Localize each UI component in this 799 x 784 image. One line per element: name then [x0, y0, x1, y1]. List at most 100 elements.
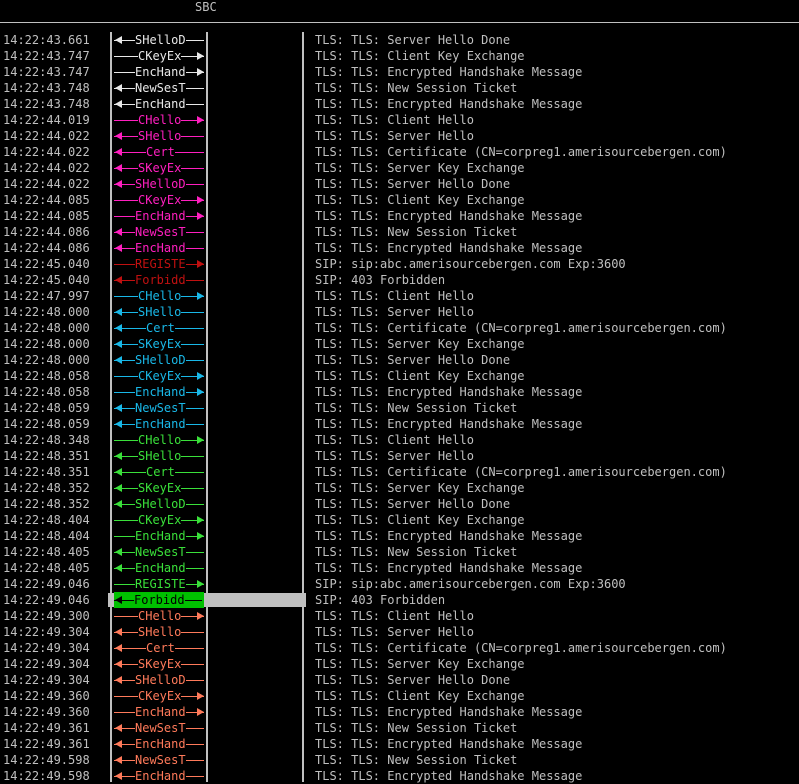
message-row[interactable]: 14:22:48.000 Cert TLS: TLS: Certificate (C…: [0, 320, 799, 336]
message-arrow[interactable]: CKeyEx: [114, 688, 206, 704]
message-row[interactable]: 14:22:48.000 SHelloD TLS: TLS: Server Hell…: [0, 352, 799, 368]
message-arrow[interactable]: Cert: [114, 144, 206, 160]
message-arrow[interactable]: NewSesT: [114, 752, 206, 768]
message-arrow[interactable]: SKeyEx: [114, 656, 206, 672]
message-row[interactable]: 14:22:44.085 CKeyEx TLS: TLS: Client Key E…: [0, 192, 799, 208]
message-row[interactable]: 14:22:44.086 NewSesT TLS: TLS: New Session…: [0, 224, 799, 240]
message-row[interactable]: 14:22:44.019 CHello TLS: TLS: Client Hello: [0, 112, 799, 128]
message-row[interactable]: 14:22:48.351 SHello TLS: TLS: Server Hello: [0, 448, 799, 464]
message-row[interactable]: 14:22:48.405 NewSesT TLS: TLS: New Session…: [0, 544, 799, 560]
message-arrow[interactable]: CKeyEx: [114, 368, 206, 384]
message-arrow[interactable]: SHello: [114, 624, 206, 640]
message-row[interactable]: 14:22:44.022 Cert TLS: TLS: Certificate (C…: [0, 144, 799, 160]
message-arrow[interactable]: CHello: [114, 288, 206, 304]
message-arrow[interactable]: CHello: [114, 112, 206, 128]
message-row[interactable]: 14:22:49.360 EncHand TLS: TLS: Encrypted H…: [0, 704, 799, 720]
message-row[interactable]: 14:22:45.040 Forbidd SIP: 403 Forbidden: [0, 272, 799, 288]
message-row[interactable]: 14:22:48.404 EncHand TLS: TLS: Encrypted H…: [0, 528, 799, 544]
message-arrow[interactable]: SHelloD: [114, 496, 206, 512]
message-row[interactable]: 14:22:45.040 REGISTE SIP: sip:abc.amerisou…: [0, 256, 799, 272]
message-row[interactable]: 14:22:48.404 CKeyEx TLS: TLS: Client Key E…: [0, 512, 799, 528]
message-arrow[interactable]: NewSesT: [114, 400, 206, 416]
message-label: EncHand: [135, 208, 186, 224]
message-row[interactable]: 14:22:48.058 CKeyEx TLS: TLS: Client Key E…: [0, 368, 799, 384]
message-row[interactable]: 14:22:49.304 SHelloD TLS: TLS: Server Hell…: [0, 672, 799, 688]
message-row[interactable]: 14:22:48.058 EncHand TLS: TLS: Encrypted H…: [0, 384, 799, 400]
message-arrow[interactable]: SHelloD: [114, 672, 206, 688]
message-description: TLS: TLS: Encrypted Handshake Message: [315, 385, 583, 399]
message-arrow[interactable]: EncHand: [114, 560, 206, 576]
message-row[interactable]: 14:22:49.304 SKeyEx TLS: TLS: Server Key E…: [0, 656, 799, 672]
message-row[interactable]: 14:22:48.352 SKeyEx TLS: TLS: Server Key E…: [0, 480, 799, 496]
message-row[interactable]: 14:22:49.304 SHello TLS: TLS: Server Hello: [0, 624, 799, 640]
message-arrow[interactable]: CKeyEx: [114, 512, 206, 528]
message-row[interactable]: 14:22:49.361 NewSesT TLS: TLS: New Session…: [0, 720, 799, 736]
timestamp: 14:22:48.404: [3, 513, 90, 527]
message-arrow[interactable]: NewSesT: [114, 544, 206, 560]
message-row[interactable]: 14:22:47.997 CHello TLS: TLS: Client Hello: [0, 288, 799, 304]
message-arrow[interactable]: REGISTE: [114, 576, 206, 592]
message-row[interactable]: 14:22:48.000 SHello TLS: TLS: Server Hello: [0, 304, 799, 320]
message-row[interactable]: 14:22:48.348 CHello TLS: TLS: Client Hello: [0, 432, 799, 448]
message-row[interactable]: 14:22:49.300 CHello TLS: TLS: Client Hello: [0, 608, 799, 624]
message-arrow[interactable]: SHello: [114, 128, 206, 144]
message-arrow[interactable]: SHelloD: [114, 176, 206, 192]
message-row[interactable]: 14:22:48.059 NewSesT TLS: TLS: New Session…: [0, 400, 799, 416]
message-arrow[interactable]: Forbidd: [114, 592, 204, 608]
message-arrow[interactable]: Cert: [114, 320, 206, 336]
message-row[interactable]: 14:22:44.022 SHello TLS: TLS: Server Hello: [0, 128, 799, 144]
message-row[interactable]: 14:22:43.748 EncHand TLS: TLS: Encrypted H…: [0, 96, 799, 112]
message-row[interactable]: 14:22:43.747 CKeyEx TLS: TLS: Client Key E…: [0, 48, 799, 64]
message-arrow[interactable]: EncHand: [114, 208, 206, 224]
message-arrow[interactable]: EncHand: [114, 96, 206, 112]
message-arrow[interactable]: CHello: [114, 432, 206, 448]
message-arrow[interactable]: CKeyEx: [114, 48, 206, 64]
message-row[interactable]: 14:22:49.046 Forbidd SIP: 403 Forbidden: [0, 592, 799, 608]
message-row[interactable]: 14:22:49.360 CKeyEx TLS: TLS: Client Key E…: [0, 688, 799, 704]
message-arrow[interactable]: CHello: [114, 608, 206, 624]
message-arrow[interactable]: Cert: [114, 464, 206, 480]
message-arrow[interactable]: REGISTE: [114, 256, 206, 272]
message-arrow[interactable]: EncHand: [114, 704, 206, 720]
message-row[interactable]: 14:22:48.405 EncHand TLS: TLS: Encrypted H…: [0, 560, 799, 576]
message-arrow[interactable]: SHelloD: [114, 352, 206, 368]
message-arrow[interactable]: SHello: [114, 448, 206, 464]
message-row[interactable]: 14:22:43.661 SHelloD TLS: TLS: Server Hell…: [0, 32, 799, 48]
message-arrow[interactable]: NewSesT: [114, 80, 206, 96]
message-row[interactable]: 14:22:44.085 EncHand TLS: TLS: Encrypted H…: [0, 208, 799, 224]
message-row[interactable]: 14:22:44.086 EncHand TLS: TLS: Encrypted H…: [0, 240, 799, 256]
message-row[interactable]: 14:22:43.747 EncHand TLS: TLS: Encrypted H…: [0, 64, 799, 80]
arrow-left-icon: [115, 404, 122, 412]
message-arrow[interactable]: NewSesT: [114, 224, 206, 240]
message-row[interactable]: 14:22:48.352 SHelloD TLS: TLS: Server Hell…: [0, 496, 799, 512]
message-arrow[interactable]: EncHand: [114, 416, 206, 432]
message-arrow[interactable]: CKeyEx: [114, 192, 206, 208]
message-row[interactable]: 14:22:48.351 Cert TLS: TLS: Certificate (C…: [0, 464, 799, 480]
message-list[interactable]: 14:22:43.661 SHelloD TLS: TLS: Server Hell…: [0, 32, 799, 784]
message-row[interactable]: 14:22:44.022 SHelloD TLS: TLS: Server Hell…: [0, 176, 799, 192]
message-row[interactable]: 14:22:49.598 NewSesT TLS: TLS: New Session…: [0, 752, 799, 768]
message-row[interactable]: 14:22:49.361 EncHand TLS: TLS: Encrypted H…: [0, 736, 799, 752]
timestamp: 14:22:44.086: [3, 241, 90, 255]
message-arrow[interactable]: SHelloD: [114, 32, 206, 48]
message-arrow[interactable]: EncHand: [114, 64, 206, 80]
message-arrow[interactable]: Cert: [114, 640, 206, 656]
message-row[interactable]: 14:22:44.022 SKeyEx TLS: TLS: Server Key E…: [0, 160, 799, 176]
message-arrow[interactable]: EncHand: [114, 528, 206, 544]
message-row[interactable]: 14:22:43.748 NewSesT TLS: TLS: New Session…: [0, 80, 799, 96]
message-row[interactable]: 14:22:49.304 Cert TLS: TLS: Certificate (C…: [0, 640, 799, 656]
message-arrow[interactable]: EncHand: [114, 240, 206, 256]
arrow-right-icon: [197, 532, 204, 540]
message-row[interactable]: 14:22:48.059 EncHand TLS: TLS: Encrypted H…: [0, 416, 799, 432]
message-arrow[interactable]: NewSesT: [114, 720, 206, 736]
message-arrow[interactable]: SKeyEx: [114, 480, 206, 496]
message-arrow[interactable]: EncHand: [114, 736, 206, 752]
message-row[interactable]: 14:22:49.046 REGISTE SIP: sip:abc.amerisou…: [0, 576, 799, 592]
message-arrow[interactable]: EncHand: [114, 384, 206, 400]
message-arrow[interactable]: SHello: [114, 304, 206, 320]
message-label: EncHand: [135, 240, 186, 256]
message-arrow[interactable]: Forbidd: [114, 272, 206, 288]
message-arrow[interactable]: SKeyEx: [114, 336, 206, 352]
message-row[interactable]: 14:22:48.000 SKeyEx TLS: TLS: Server Key E…: [0, 336, 799, 352]
message-arrow[interactable]: SKeyEx: [114, 160, 206, 176]
